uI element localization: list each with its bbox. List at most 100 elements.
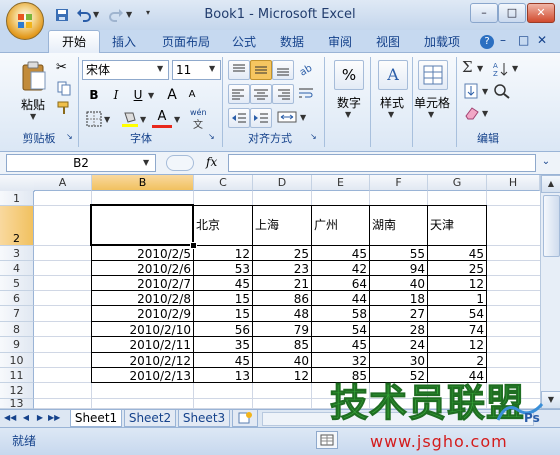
table-value-cell[interactable]: 12 <box>428 337 486 352</box>
cut-icon[interactable]: ✂ <box>56 60 72 76</box>
clear-icon[interactable] <box>462 104 482 122</box>
table-value-cell[interactable]: 45 <box>194 276 252 290</box>
styles-icon[interactable]: A <box>378 60 408 90</box>
increase-indent-icon[interactable] <box>250 108 272 128</box>
tab-data[interactable]: 数据 <box>278 32 306 52</box>
merge-center-icon[interactable] <box>276 108 300 126</box>
table-value-cell[interactable]: 30 <box>370 353 427 367</box>
table-header-cell[interactable]: 上海 <box>253 206 311 245</box>
table-value-cell[interactable]: 54 <box>312 322 369 336</box>
vertical-scrollbar[interactable]: ▲ ▼ <box>540 175 560 409</box>
underline-dropdown-icon[interactable]: ▼ <box>148 91 154 100</box>
row-header-1[interactable]: 1 <box>0 191 34 206</box>
table-value-cell[interactable]: 15 <box>194 291 252 305</box>
column-header-d[interactable]: D <box>253 175 312 191</box>
table-value-cell[interactable]: 85 <box>312 368 369 382</box>
fill-color-icon[interactable] <box>120 110 140 128</box>
office-button[interactable] <box>6 2 44 40</box>
table-value-cell[interactable]: 56 <box>194 322 252 336</box>
first-sheet-icon[interactable]: ◀◀ <box>4 411 16 424</box>
paste-button[interactable]: 粘贴 <box>18 96 48 113</box>
selected-cell-b2[interactable] <box>90 204 194 246</box>
fill-color-dropdown-icon[interactable]: ▼ <box>140 115 146 124</box>
table-value-cell[interactable]: 85 <box>253 337 311 352</box>
cells-icon[interactable] <box>418 60 448 90</box>
column-header-a[interactable]: A <box>34 175 92 191</box>
fill-down-icon[interactable] <box>462 82 482 100</box>
table-value-cell[interactable]: 2 <box>428 353 486 367</box>
column-header-c[interactable]: C <box>194 175 253 191</box>
row-header-3[interactable]: 3 <box>0 246 34 261</box>
number-dropdown-icon[interactable]: ▼ <box>345 110 351 119</box>
table-value-cell[interactable]: 74 <box>428 322 486 336</box>
styles-button[interactable]: 样式 <box>376 94 408 111</box>
tab-review[interactable]: 审阅 <box>326 32 354 52</box>
table-value-cell[interactable]: 86 <box>253 291 311 305</box>
table-value-cell[interactable]: 40 <box>370 276 427 290</box>
row-header-13[interactable]: 13 <box>0 398 34 409</box>
sheet-tab-sheet1[interactable]: Sheet1 <box>70 410 122 427</box>
insert-function-button[interactable]: fx <box>206 155 224 171</box>
name-box-dropdown-icon[interactable]: ▼ <box>143 158 149 167</box>
cells-button[interactable]: 单元格 <box>410 94 454 111</box>
row-header-2[interactable]: 2 <box>0 206 34 246</box>
font-launcher-icon[interactable]: ↘ <box>208 132 215 141</box>
underline-button[interactable]: U <box>128 86 148 104</box>
formula-input[interactable] <box>228 154 536 172</box>
decrease-indent-icon[interactable] <box>228 108 250 128</box>
table-value-cell[interactable]: 45 <box>194 353 252 367</box>
row-header-11[interactable]: 11 <box>0 368 34 383</box>
formula-bar-resize-handle[interactable] <box>166 155 194 171</box>
table-value-cell[interactable]: 24 <box>370 337 427 352</box>
table-value-cell[interactable]: 21 <box>253 276 311 290</box>
bold-button[interactable]: B <box>84 86 104 104</box>
column-header-f[interactable]: F <box>370 175 428 191</box>
tab-addins[interactable]: 加载项 <box>422 32 462 52</box>
shrink-font-button[interactable]: A <box>182 86 202 104</box>
sheet-tab-sheet3[interactable]: Sheet3 <box>178 410 230 427</box>
tab-formulas[interactable]: 公式 <box>230 32 258 52</box>
table-value-cell[interactable]: 13 <box>194 368 252 382</box>
font-name-dropdown-icon[interactable]: ▼ <box>157 64 163 73</box>
table-value-cell[interactable]: 79 <box>253 322 311 336</box>
sheet-tab-sheet2[interactable]: Sheet2 <box>124 410 176 427</box>
font-size-dropdown-icon[interactable]: ▼ <box>209 64 215 73</box>
table-date-cell[interactable]: 2010/2/5 <box>92 246 193 260</box>
table-value-cell[interactable]: 15 <box>194 306 252 321</box>
table-value-cell[interactable]: 18 <box>370 291 427 305</box>
align-right-icon[interactable] <box>272 84 294 104</box>
table-date-cell[interactable]: 2010/2/11 <box>92 337 193 352</box>
scroll-thumb[interactable] <box>543 195 560 257</box>
table-value-cell[interactable]: 40 <box>253 353 311 367</box>
table-value-cell[interactable]: 25 <box>428 261 486 275</box>
tab-home[interactable]: 开始 <box>48 30 100 55</box>
align-middle-icon[interactable] <box>250 60 272 80</box>
borders-dropdown-icon[interactable]: ▼ <box>104 115 110 124</box>
row-header-7[interactable]: 7 <box>0 306 34 322</box>
copy-icon[interactable] <box>56 80 72 96</box>
borders-icon[interactable] <box>84 110 104 128</box>
number-format-icon[interactable]: % <box>334 60 364 90</box>
autosum-icon[interactable]: Σ <box>462 58 473 76</box>
close-button[interactable]: ✕ <box>527 3 555 23</box>
align-left-icon[interactable] <box>228 84 250 104</box>
column-header-h[interactable]: H <box>487 175 540 191</box>
table-header-cell[interactable]: 天津 <box>428 206 486 245</box>
tab-insert[interactable]: 插入 <box>110 32 138 52</box>
italic-button[interactable]: I <box>106 86 126 104</box>
sort-filter-icon[interactable]: AZ <box>492 60 512 78</box>
wrap-text-icon[interactable] <box>296 84 316 102</box>
fill-dropdown-icon[interactable]: ▼ <box>482 87 488 96</box>
maximize-button[interactable]: □ <box>498 3 526 23</box>
font-color-dropdown-icon[interactable]: ▼ <box>174 115 180 124</box>
table-value-cell[interactable]: 12 <box>428 276 486 290</box>
font-name-box[interactable]: 宋体 <box>82 60 169 80</box>
table-value-cell[interactable]: 27 <box>370 306 427 321</box>
paste-icon[interactable] <box>20 60 48 92</box>
prev-sheet-icon[interactable]: ◀ <box>20 411 32 424</box>
row-header-5[interactable]: 5 <box>0 276 34 291</box>
table-date-cell[interactable]: 2010/2/10 <box>92 322 193 336</box>
align-center-icon[interactable] <box>250 84 272 104</box>
table-value-cell[interactable]: 12 <box>253 368 311 382</box>
table-value-cell[interactable]: 42 <box>312 261 369 275</box>
